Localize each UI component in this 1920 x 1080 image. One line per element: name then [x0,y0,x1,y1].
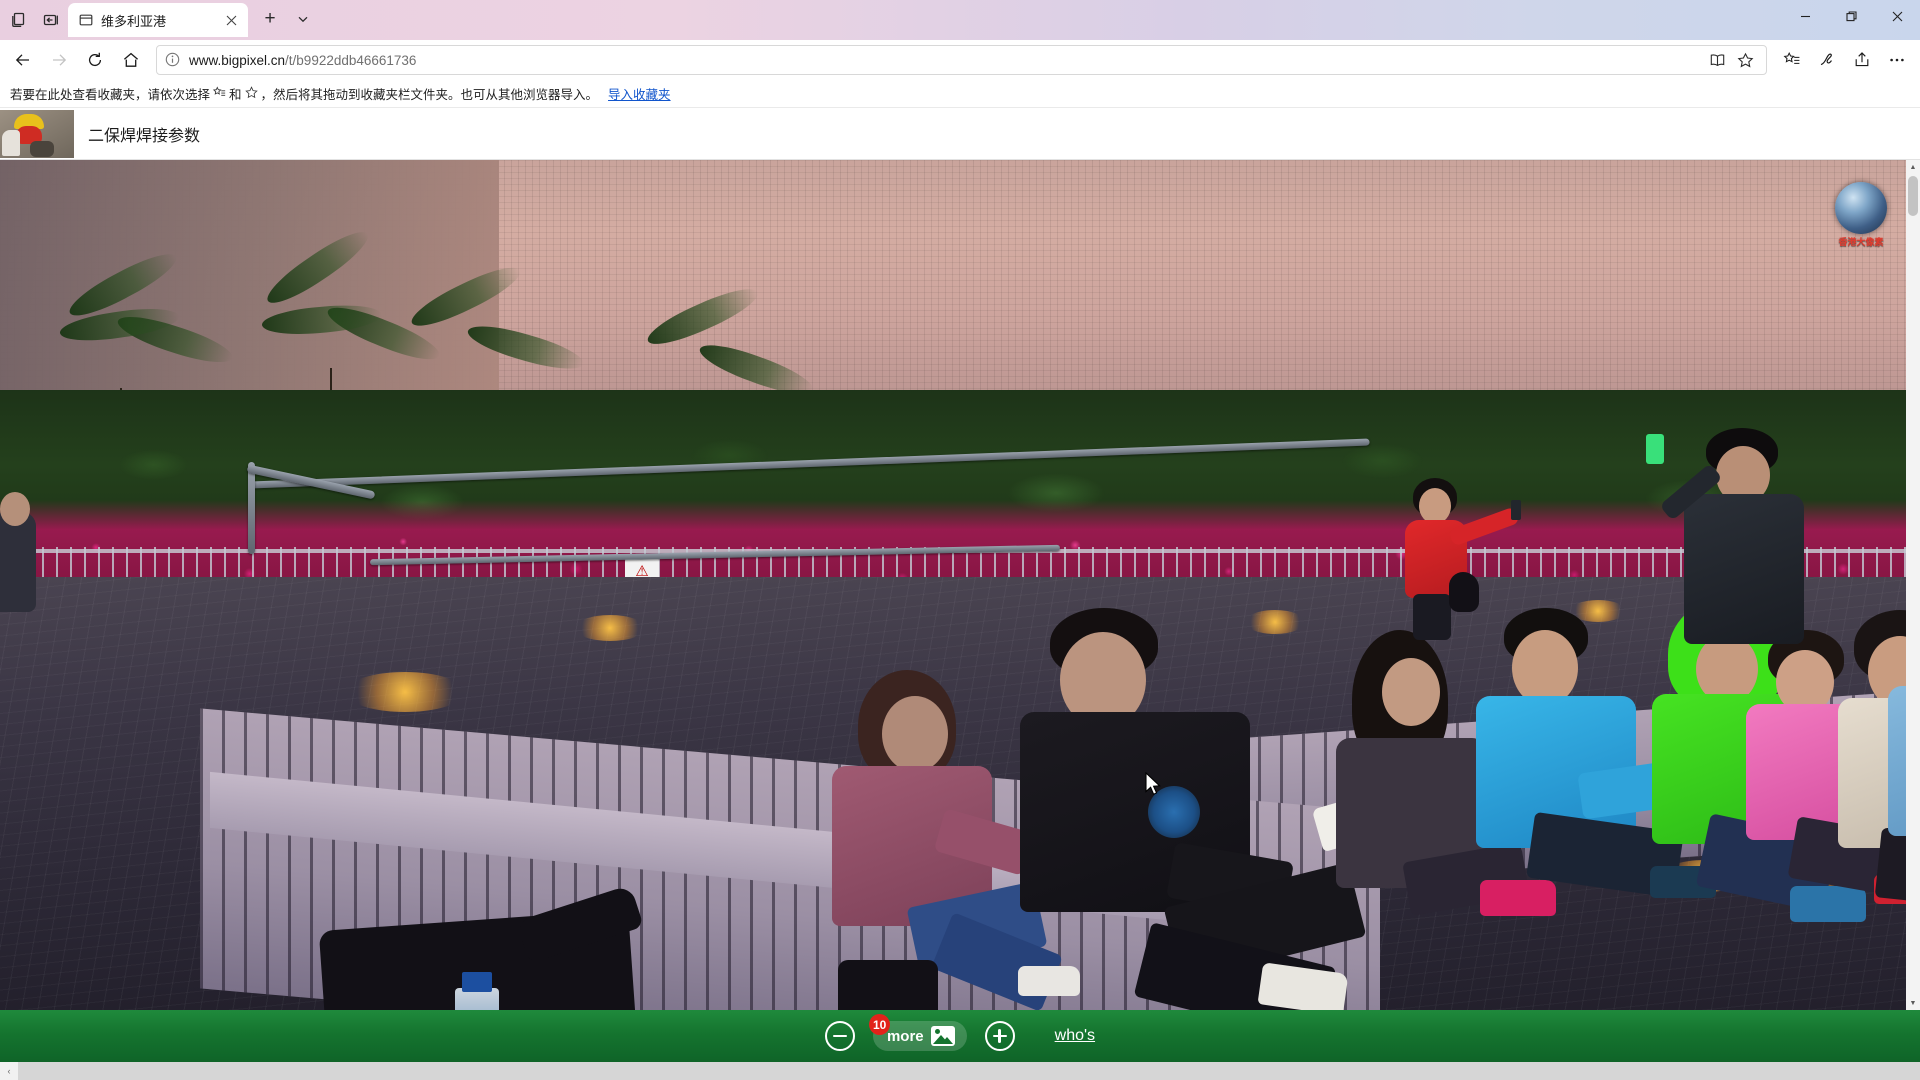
page-favicon [78,12,94,28]
scroll-left-arrow[interactable]: ‹ [0,1062,18,1080]
head [0,492,30,526]
tab-overview-icon[interactable] [4,5,34,35]
picture-sun [934,1029,940,1034]
bookmarks-hint-part2: ，然后将其拖动到收藏夹栏文件夹。也可从其他浏览器导入。 [260,88,599,102]
logo-caption: 香港大像素 [1838,237,1884,247]
import-favorites-link[interactable]: 导入收藏夹 [608,84,671,103]
new-tab-button[interactable]: + [256,5,284,33]
browser-tab[interactable]: 维多利亚港 [68,3,248,37]
page-vertical-scrollbar[interactable]: ▲ ▼ [1906,160,1920,1010]
page-title: 二保焊焊接参数 [88,127,201,145]
tab-strip: 维多利亚港 + [0,0,320,40]
url-domain: www.bigpixel.cn [189,52,286,68]
phone-screen [1646,434,1664,464]
site-info-icon[interactable] [165,52,181,68]
forward-button[interactable] [42,44,76,76]
title-bar: 维多利亚港 + [0,0,1920,40]
whos-link[interactable]: who's [1055,1027,1095,1045]
address-bar-actions [1704,47,1758,73]
handrail-post-left [248,462,255,554]
settings-menu-button[interactable] [1880,44,1914,76]
panorama-globe-icon [1835,182,1887,234]
bookmarks-hint-part1: 若要在此处查看收藏夹，请依次选择 [10,88,211,102]
address-text: www.bigpixel.cn/t/b9922ddb46661736 [189,53,416,68]
head [882,696,948,772]
picture-icon [930,1026,955,1046]
welder-thumbnail[interactable] [0,109,74,158]
refresh-button[interactable] [78,44,112,76]
navigation-bar: www.bigpixel.cn/t/b9922ddb46661736 [0,40,1920,80]
head [1512,630,1578,706]
person-woman-red-coat-standing [1395,478,1521,640]
address-bar[interactable]: www.bigpixel.cn/t/b9922ddb46661736 [156,45,1767,75]
horizontal-scrollbar[interactable]: ‹ [0,1062,1920,1080]
person-woman-pink-jacket [820,670,1080,1010]
panorama-image: ⚠ No Climbing [0,160,1920,1010]
collections-icon[interactable] [1810,44,1844,76]
scroll-track[interactable] [18,1062,1920,1080]
favorites-icon[interactable] [1775,44,1809,76]
handbag-on-bench [838,960,938,1010]
minimize-button[interactable] [1782,0,1828,33]
site-logo[interactable]: 香港大像素 [1832,182,1890,248]
bookmarks-bar: 若要在此处查看收藏夹，请依次选择 和 ，然后将其拖动到收藏夹栏文件夹。也可从其他… [0,80,1920,108]
scroll-thumb[interactable] [1908,176,1918,216]
home-button[interactable] [114,44,148,76]
plus-icon-v [998,1029,1001,1043]
bookmarks-hint-conjunction: 和 [229,88,242,102]
handbag [1449,572,1479,612]
favorite-star-icon[interactable] [1732,47,1758,73]
page-header: 二保焊焊接参数 [0,108,1920,160]
browser-window: 维多利亚港 + www.bigpixel.cn/t/b9922ddb466617… [0,0,1920,1080]
person-man-dark-jacket-standing [1640,428,1830,658]
picture-mountain-2 [940,1037,953,1044]
favorites-list-icon [213,85,226,102]
person-far-left-edge [0,492,40,622]
leg [1413,594,1451,640]
scroll-up-arrow[interactable]: ▲ [1906,160,1920,174]
bottle-cap [462,972,492,992]
head [1419,488,1451,524]
zoom-in-button[interactable] [984,1021,1015,1051]
head [1382,658,1440,726]
share-icon[interactable] [1845,44,1879,76]
ground-light-1 [345,672,465,712]
url-path: /t/b9922ddb46661736 [285,52,417,68]
scroll-down-arrow[interactable]: ▼ [1906,996,1920,1010]
back-button[interactable] [6,44,40,76]
tab-title: 维多利亚港 [101,13,167,29]
ground-light-2 [575,615,645,641]
more-label: more [886,1027,924,1045]
set-tabs-aside-icon[interactable] [36,5,66,35]
toolbar-right [1775,44,1914,76]
torso [0,512,36,612]
close-button[interactable] [1874,0,1920,33]
restore-button[interactable] [1828,0,1874,33]
panorama-viewer[interactable]: ⚠ No Climbing [0,160,1920,1010]
tab-close-icon[interactable] [220,9,242,31]
minus-icon [832,1034,847,1038]
zoom-out-button[interactable] [824,1021,855,1051]
phone-held [1511,500,1521,520]
torso [1684,494,1804,644]
more-photos-button[interactable]: 10 more [868,1014,967,1051]
person-man-black-sweater [1020,608,1415,1010]
viewer-toolbar: 10 more who's [0,1010,1920,1062]
tab-list-dropdown-icon[interactable] [290,5,316,33]
star-icon [244,85,258,102]
window-controls [1782,0,1920,40]
reading-view-icon[interactable] [1704,47,1730,73]
